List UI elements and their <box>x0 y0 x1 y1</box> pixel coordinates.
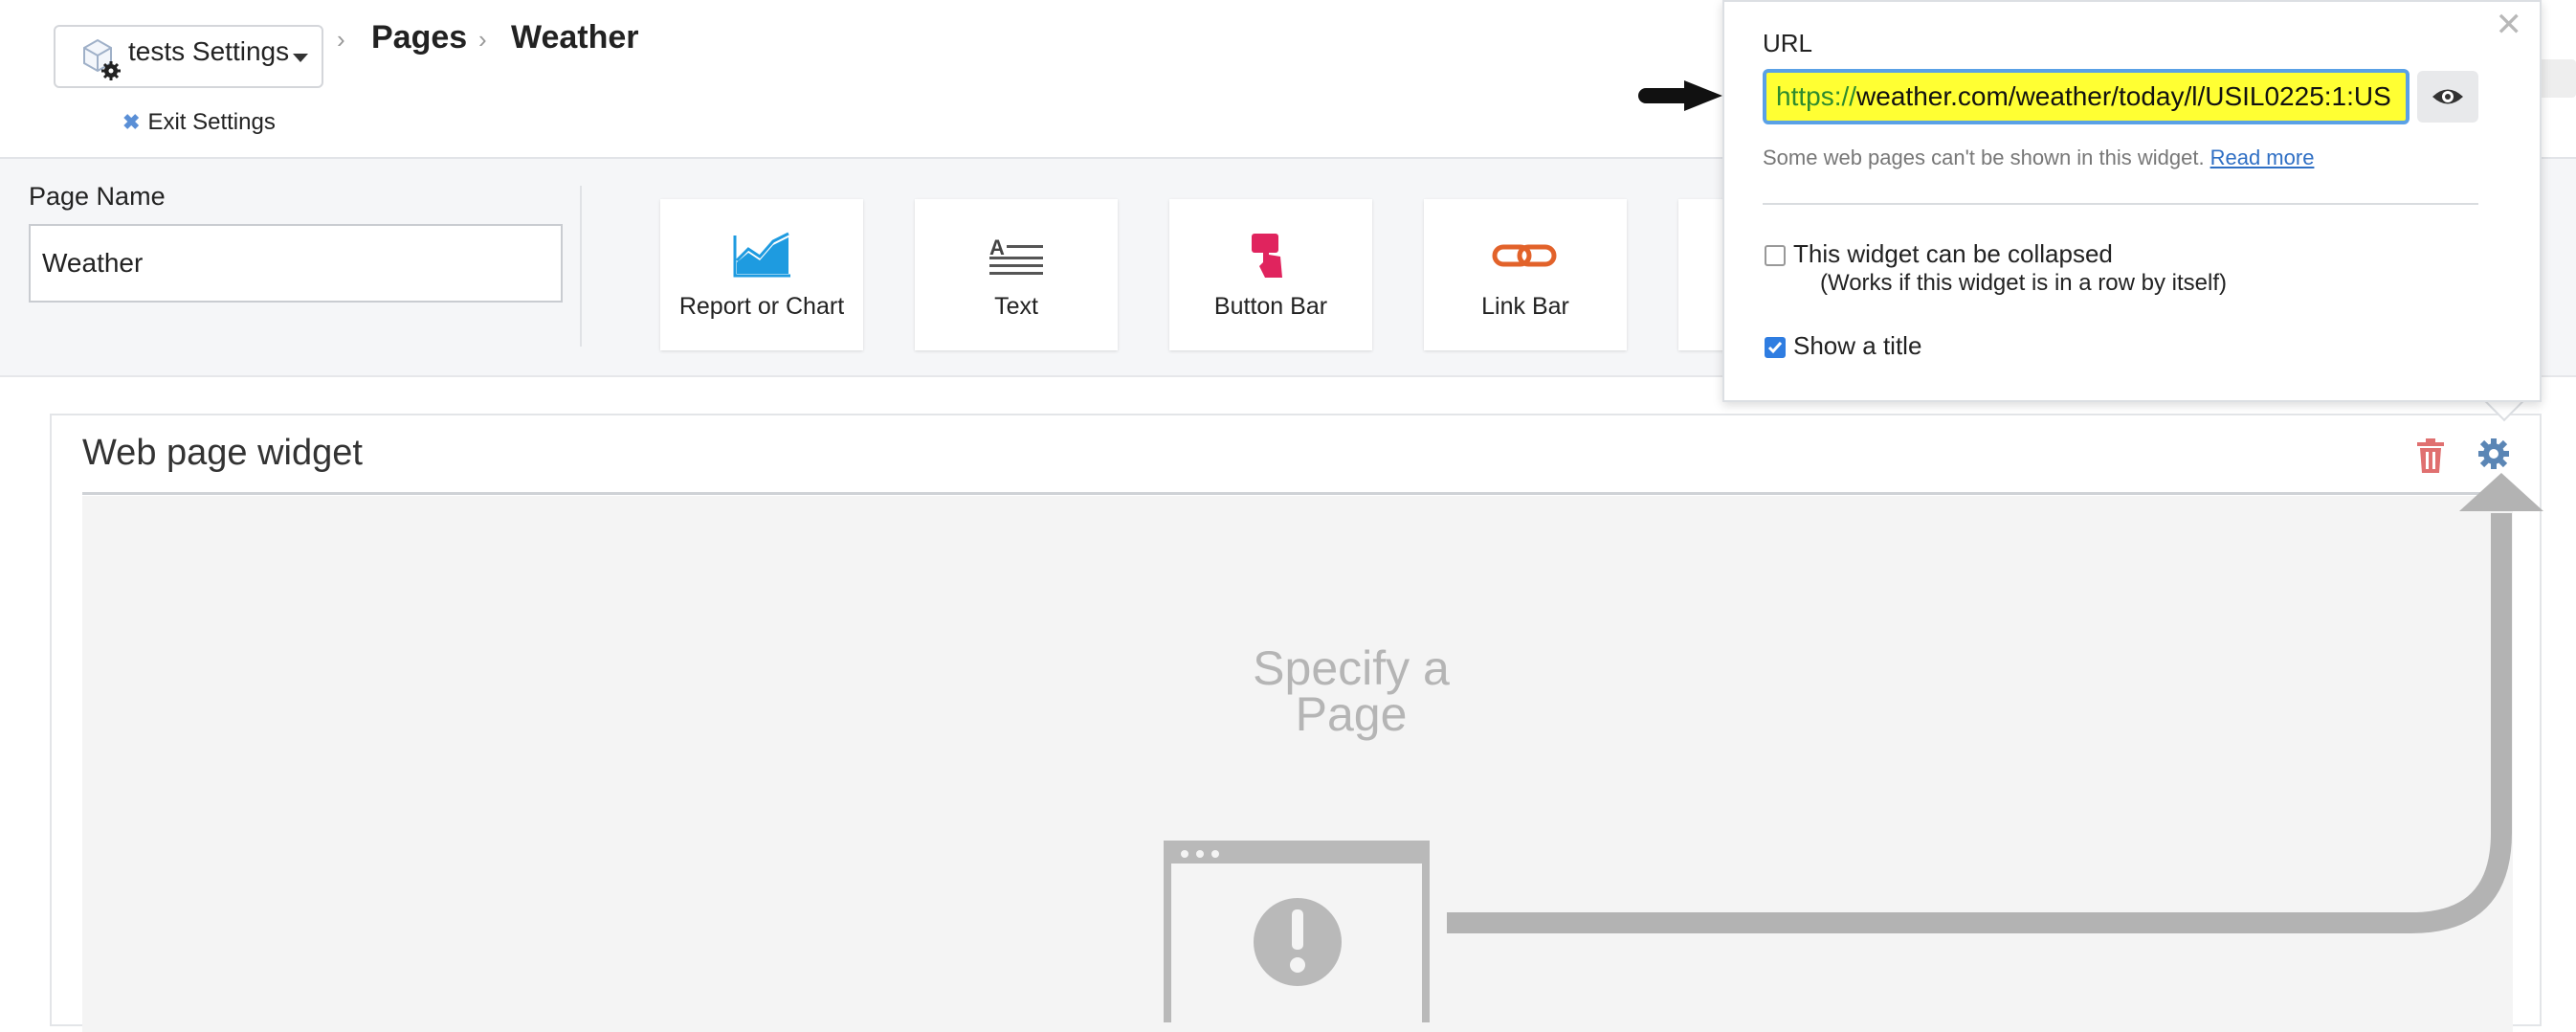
browser-warning-icon <box>1164 841 1430 1022</box>
close-icon[interactable]: ✕ <box>2496 6 2523 44</box>
url-note: Some web pages can't be shown in this wi… <box>1763 146 2315 169</box>
divider <box>1763 203 2478 205</box>
collapsible-label: This widget can be collapsed <box>1793 239 2113 268</box>
url-label: URL <box>1763 29 1813 57</box>
widget-settings-popover: ✕ URL https://weather.com/weather/today/… <box>1722 0 2542 402</box>
preview-button[interactable] <box>2417 71 2478 123</box>
annotation-arrow-to-gear <box>1447 473 2543 933</box>
show-title-label: Show a title <box>1793 331 1922 360</box>
eye-icon <box>2432 89 2463 104</box>
collapsible-sublabel: (Works if this widget is in a row by its… <box>1820 270 2228 296</box>
check-icon <box>1767 342 1783 354</box>
read-more-link[interactable]: Read more <box>2210 146 2315 169</box>
collapsible-checkbox[interactable] <box>1765 245 1786 266</box>
annotation-arrow-to-url <box>1638 80 1722 111</box>
show-title-checkbox[interactable] <box>1765 337 1786 358</box>
url-input[interactable]: https://weather.com/weather/today/l/USIL… <box>1763 69 2409 124</box>
